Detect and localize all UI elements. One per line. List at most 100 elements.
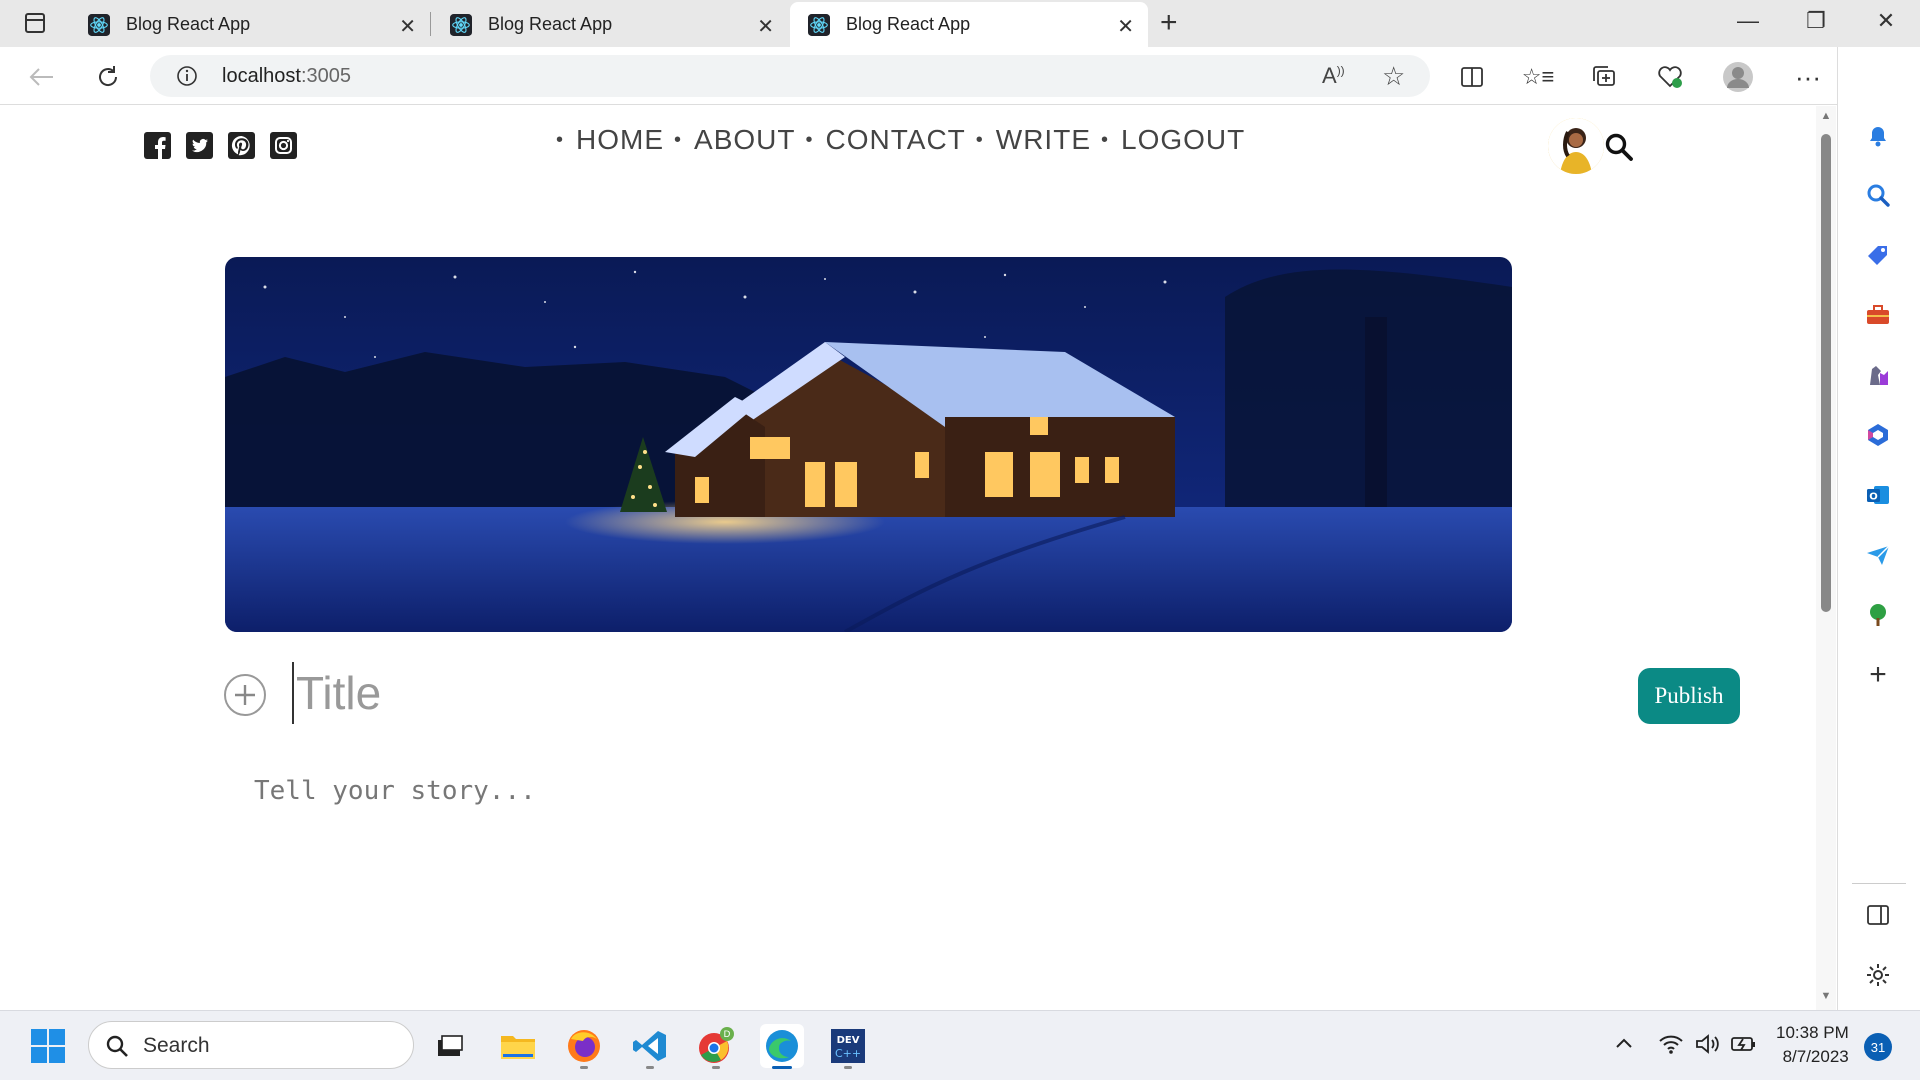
nav-bullet: • <box>805 128 814 151</box>
clock-date: 8/7/2023 <box>1782 1047 1849 1066</box>
task-view-icon[interactable] <box>428 1024 472 1068</box>
close-window-button[interactable]: ✕ <box>1866 8 1906 34</box>
reload-button[interactable] <box>90 59 126 95</box>
notifications-bell-icon[interactable] <box>1860 117 1896 153</box>
nav-about-label: ABOUT <box>694 124 796 155</box>
shopping-tag-icon[interactable] <box>1860 237 1896 273</box>
nav-bullet: • <box>975 128 984 151</box>
social-links <box>144 132 297 159</box>
show-hidden-icons-chevron-icon[interactable] <box>1614 1033 1634 1056</box>
tab-title: Blog React App <box>846 14 971 34</box>
devc-ide-icon[interactable]: DEV C++ <box>826 1024 870 1069</box>
back-button[interactable] <box>24 59 60 95</box>
twitter-icon[interactable] <box>186 132 213 159</box>
nav-logout[interactable]: • LOGOUT <box>1101 124 1245 156</box>
search-icon[interactable] <box>1604 132 1634 162</box>
url-field[interactable]: localhost:3005 A)) ☆ <box>150 55 1430 97</box>
nav-about[interactable]: • ABOUT <box>674 124 795 156</box>
taskbar-clock[interactable]: 10:38 PM 8/7/2023 <box>1776 1021 1849 1069</box>
page-scrollbar[interactable]: ▲ ▼ <box>1816 106 1836 1010</box>
running-indicator <box>844 1066 852 1069</box>
scroll-up-icon[interactable]: ▲ <box>1819 110 1833 122</box>
close-tab-icon[interactable]: ✕ <box>399 14 416 39</box>
read-aloud-icon[interactable]: A)) <box>1322 63 1345 89</box>
post-cover-image <box>225 257 1512 632</box>
tab-actions-button[interactable] <box>14 8 56 38</box>
scroll-down-icon[interactable]: ▼ <box>1819 990 1833 1002</box>
vscode-icon[interactable] <box>628 1024 672 1069</box>
favorite-star-icon[interactable]: ☆ <box>1382 61 1405 92</box>
address-toolbar: localhost:3005 A)) ☆ ☆≡ ··· <box>0 47 1920 105</box>
games-chess-icon[interactable] <box>1860 357 1896 393</box>
sidebar-settings-gear-icon[interactable] <box>1860 957 1896 993</box>
outlook-icon[interactable]: O <box>1860 477 1896 513</box>
nav-write-label: WRITE <box>995 124 1091 155</box>
volume-icon[interactable] <box>1694 1033 1722 1061</box>
running-indicator <box>712 1066 720 1069</box>
chrome-icon[interactable]: D <box>694 1024 738 1069</box>
instagram-icon[interactable] <box>270 132 297 159</box>
nav-contact[interactable]: • CONTACT <box>806 124 966 156</box>
sidebar-search-icon[interactable] <box>1860 177 1896 213</box>
tab-divider <box>430 12 431 36</box>
minimize-button[interactable]: — <box>1728 8 1768 34</box>
nav-contact-label: CONTACT <box>825 124 966 155</box>
running-indicator <box>580 1066 588 1069</box>
wifi-icon[interactable] <box>1658 1033 1684 1061</box>
split-screen-icon[interactable] <box>1454 59 1490 95</box>
add-image-button[interactable] <box>224 674 266 716</box>
tab-title: Blog React App <box>126 14 251 34</box>
notification-count-badge[interactable]: 31 <box>1864 1033 1892 1061</box>
clock-time: 10:38 PM <box>1776 1023 1849 1042</box>
battery-charging-icon[interactable] <box>1730 1033 1758 1061</box>
pinterest-icon[interactable] <box>228 132 255 159</box>
svg-text:D: D <box>724 1030 731 1040</box>
nav-logout-label: LOGOUT <box>1121 124 1246 155</box>
more-options-icon[interactable]: ··· <box>1790 59 1826 95</box>
restore-button[interactable]: ❐ <box>1796 8 1836 34</box>
close-tab-icon[interactable]: ✕ <box>757 14 774 39</box>
post-story-textarea[interactable] <box>254 776 1554 976</box>
taskbar-search-box[interactable]: Search <box>88 1021 414 1069</box>
new-tab-button[interactable]: + <box>1160 6 1178 40</box>
windows-taskbar: Search D DEV C++ 10:38 PM 8/7/2023 31 <box>0 1010 1920 1080</box>
facebook-icon[interactable] <box>144 132 171 159</box>
add-sidebar-app-icon[interactable]: + <box>1860 657 1896 693</box>
plus-icon <box>235 685 255 705</box>
tree-icon[interactable] <box>1860 597 1896 633</box>
send-plane-icon[interactable] <box>1860 537 1896 573</box>
running-indicator <box>646 1066 654 1069</box>
post-title-input[interactable] <box>292 662 1292 724</box>
edge-icon-active[interactable] <box>760 1024 804 1069</box>
file-explorer-icon[interactable] <box>496 1024 540 1068</box>
browser-tab-1[interactable]: Blog React App ✕ <box>70 2 430 47</box>
svg-text:C++: C++ <box>835 1047 861 1060</box>
close-tab-icon[interactable]: ✕ <box>1117 14 1134 39</box>
react-favicon-icon <box>808 13 830 36</box>
scroll-thumb[interactable] <box>1821 134 1831 612</box>
svg-text:DEV: DEV <box>837 1035 860 1046</box>
browser-tab-3-active[interactable]: Blog React App ✕ <box>790 2 1148 47</box>
favorites-icon[interactable]: ☆≡ <box>1520 59 1556 95</box>
browser-essentials-icon[interactable] <box>1652 59 1688 95</box>
user-avatar[interactable] <box>1548 118 1604 174</box>
firefox-icon[interactable] <box>562 1024 606 1069</box>
collections-icon[interactable] <box>1586 59 1622 95</box>
nav-write[interactable]: • WRITE <box>976 124 1091 156</box>
hide-sidebar-icon[interactable] <box>1860 897 1896 933</box>
tab-title: Blog React App <box>488 14 613 34</box>
publish-button[interactable]: Publish <box>1638 668 1740 724</box>
microsoft-365-icon[interactable] <box>1860 417 1896 453</box>
blog-write-page: • HOME • ABOUT • CONTACT • WRITE • LOGOUT <box>0 106 1816 1010</box>
site-info-icon[interactable] <box>176 65 198 87</box>
windows-start-icon[interactable] <box>30 1028 66 1064</box>
nav-home[interactable]: • HOME <box>556 124 664 156</box>
top-nav: • HOME • ABOUT • CONTACT • WRITE • LOGOUT <box>556 124 1245 156</box>
profile-avatar-icon[interactable] <box>1720 59 1756 95</box>
browser-tab-bar: Blog React App ✕ Blog React App ✕ Blog R… <box>0 0 1920 47</box>
snowy-house-image <box>225 257 1512 632</box>
tools-briefcase-icon[interactable] <box>1860 297 1896 333</box>
browser-tab-2[interactable]: Blog React App ✕ <box>432 2 788 47</box>
svg-text:O: O <box>1869 492 1878 503</box>
nav-bullet: • <box>674 128 683 151</box>
